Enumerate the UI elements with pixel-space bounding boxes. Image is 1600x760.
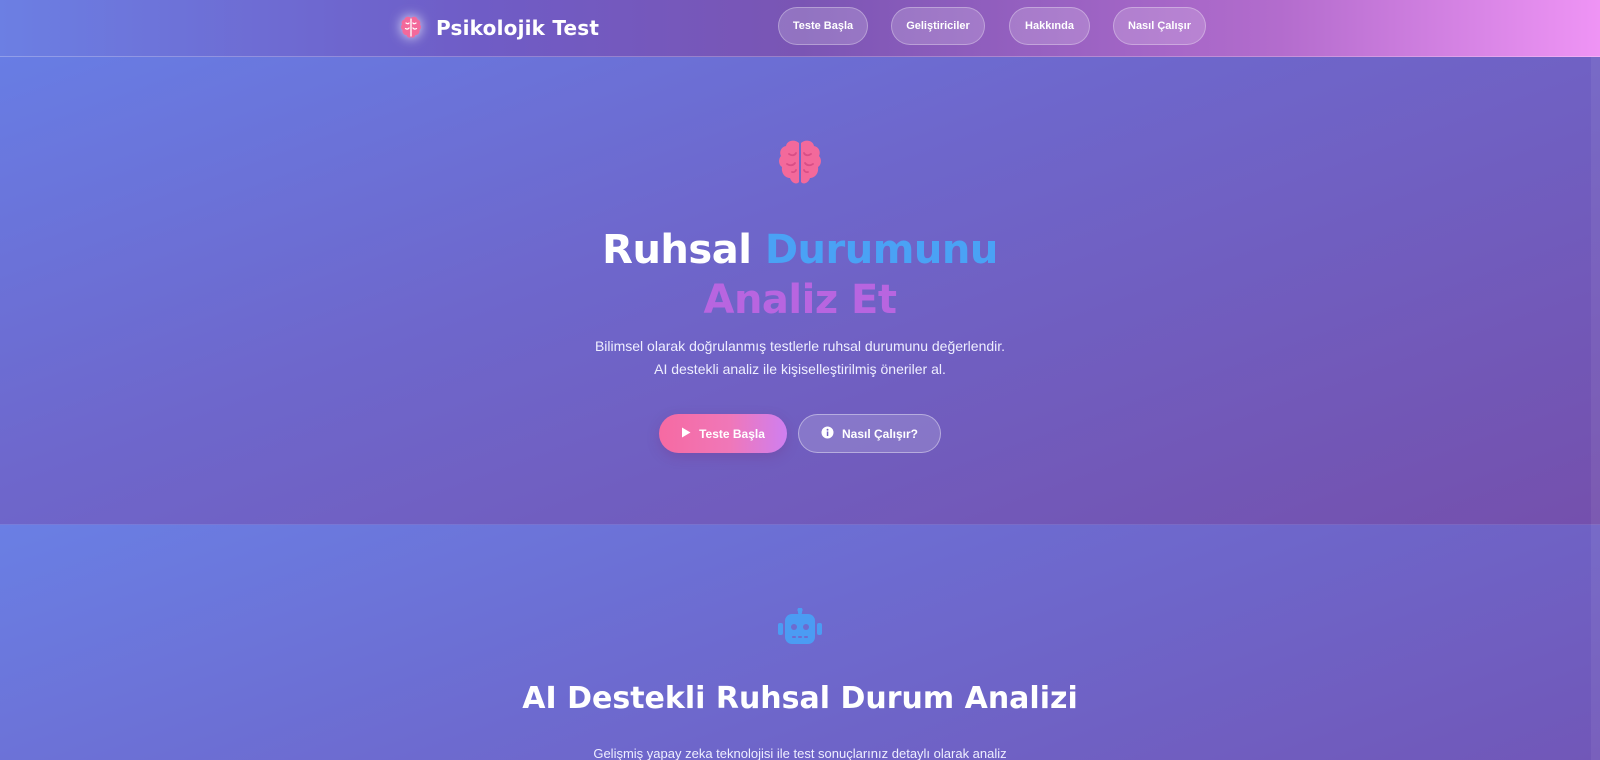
how-it-works-button[interactable]: Nasıl Çalışır? xyxy=(798,414,941,453)
hero-section: Ruhsal Durumunu Analiz Et Bilimsel olara… xyxy=(0,57,1600,524)
brand[interactable]: Psikolojik Test xyxy=(396,9,599,47)
brand-title: Psikolojik Test xyxy=(436,16,600,40)
robot-icon xyxy=(776,607,824,648)
how-it-works-label: Nasıl Çalışır? xyxy=(841,426,919,441)
hero-title: Ruhsal Durumunu Analiz Et xyxy=(0,225,1600,325)
start-test-label: Teste Başla xyxy=(699,426,765,441)
play-icon xyxy=(681,427,691,441)
brain-icon xyxy=(396,13,426,43)
info-icon xyxy=(821,426,834,442)
ai-section-title: AI Destekli Ruhsal Durum Analizi xyxy=(522,681,1078,716)
nav-gelistiriciler[interactable]: Geliştiriciler xyxy=(891,7,985,45)
hero-desc-line2: AI destekli analiz ile kişiselleştirilmi… xyxy=(654,361,946,377)
hero-description: Bilimsel olarak doğrulanmış testlerle ru… xyxy=(0,335,1600,381)
ai-section-description: Gelişmiş yapay zeka teknolojisi ile test… xyxy=(593,746,1007,760)
hero-title-part1: Ruhsal xyxy=(602,227,752,273)
hero-title-part2: Durumunu xyxy=(764,227,999,273)
scrollbar[interactable] xyxy=(1591,57,1600,760)
ai-analysis-section: AI Destekli Ruhsal Durum Analizi Gelişmi… xyxy=(0,524,1600,760)
start-test-button[interactable]: Teste Başla xyxy=(659,414,787,453)
hero-title-part3: Analiz Et xyxy=(703,277,898,323)
top-navbar: Psikolojik Test Teste Başla Geliştiricil… xyxy=(0,0,1600,57)
nav-nasil-calisir[interactable]: Nasıl Çalışır xyxy=(1113,7,1206,45)
nav-hakkinda[interactable]: Hakkında xyxy=(1009,7,1090,45)
nav-teste-basla[interactable]: Teste Başla xyxy=(778,7,868,45)
brain-icon xyxy=(774,137,826,189)
hero-desc-line1: Bilimsel olarak doğrulanmış testlerle ru… xyxy=(594,338,1006,354)
